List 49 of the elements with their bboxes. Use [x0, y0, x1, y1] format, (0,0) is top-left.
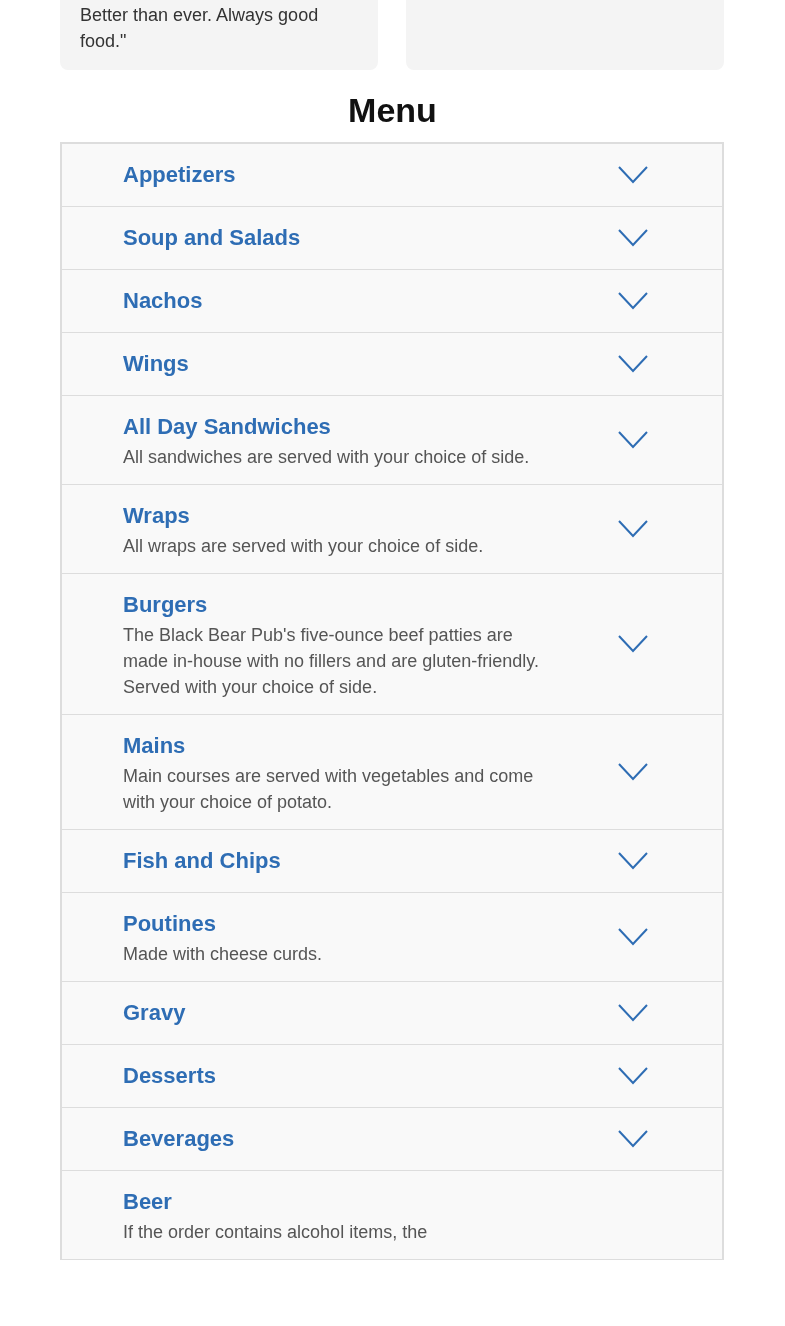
review-text: Better than ever. Always good food.": [80, 4, 320, 53]
chevron-down-icon: [618, 520, 648, 538]
chevron-down-icon: [618, 763, 648, 781]
section-title: Poutines: [123, 910, 217, 938]
menu-section-header[interactable]: All Day Sandwiches All sandwiches are served with your choice of side.: [62, 396, 722, 485]
section-description: All wraps are served with your choice of side.: [123, 535, 485, 558]
section-title: Beverages: [123, 1125, 236, 1153]
chevron-down-icon: [618, 928, 648, 946]
chevron-down-icon: [618, 1067, 648, 1085]
chevron-down-icon: [618, 1004, 648, 1022]
section-description: All sandwiches are served with your choice of side.: [123, 446, 531, 469]
section-title: Appetizers: [123, 161, 237, 189]
section-title: Desserts: [123, 1062, 217, 1090]
chevron-down-icon: [618, 852, 648, 870]
section-title: Burgers: [123, 591, 209, 619]
section-description: Main courses are served with vegetables and come with your choice of potato.: [123, 765, 535, 814]
menu-section-header[interactable]: Wraps All wraps are served with your choice of side.: [62, 485, 722, 574]
chevron-down-icon: [618, 635, 648, 653]
menu-section-header[interactable]: Beverages: [62, 1108, 722, 1171]
chevron-down-icon: [618, 431, 648, 449]
chevron-down-icon: [618, 355, 648, 373]
section-title: All Day Sandwiches: [123, 413, 332, 441]
chevron-down-icon: [618, 1130, 648, 1148]
menu-section-header[interactable]: Mains Main courses are served with vegetables and come with your choice of potato.: [62, 715, 722, 830]
section-title: Nachos: [123, 287, 204, 315]
section-title: Gravy: [123, 999, 187, 1027]
menu-section-header[interactable]: Soup and Salads: [62, 207, 722, 270]
section-description: The Black Bear Pub's five-ounce beef patties are made in-house with no fillers and are gluten-friendly. Served with your choice of side.: [123, 624, 540, 699]
chevron-down-icon: [618, 229, 648, 247]
section-title: Wraps: [123, 502, 191, 530]
section-title: Soup and Salads: [123, 224, 302, 252]
menu-heading: Menu: [347, 90, 438, 131]
section-description: If the order contains alcohol items, the: [123, 1221, 429, 1244]
menu-section-header[interactable]: Burgers The Black Bear Pub's five-ounce beef patties are made in-house with no fillers and are gluten-friendly. Served with your choice of side.: [62, 574, 722, 715]
section-title: Beer: [123, 1188, 173, 1216]
menu-section-header[interactable]: Nachos: [62, 270, 722, 333]
section-title: Mains: [123, 732, 187, 760]
menu-section-header[interactable]: Poutines Made with cheese curds.: [62, 893, 722, 982]
menu-section-header[interactable]: Fish and Chips: [62, 830, 722, 893]
section-title: Wings: [123, 350, 190, 378]
section-description: Made with cheese curds.: [123, 943, 324, 966]
chevron-down-icon: [618, 292, 648, 310]
menu-section-header[interactable]: Desserts: [62, 1045, 722, 1108]
menu-section-header[interactable]: Wings: [62, 333, 722, 396]
menu-section-header[interactable]: Gravy: [62, 982, 722, 1045]
menu-section-header[interactable]: Beer If the order contains alcohol items, the: [62, 1171, 722, 1260]
section-title: Fish and Chips: [123, 847, 282, 875]
menu-section-header[interactable]: Appetizers: [62, 144, 722, 207]
chevron-down-icon: [618, 166, 648, 184]
